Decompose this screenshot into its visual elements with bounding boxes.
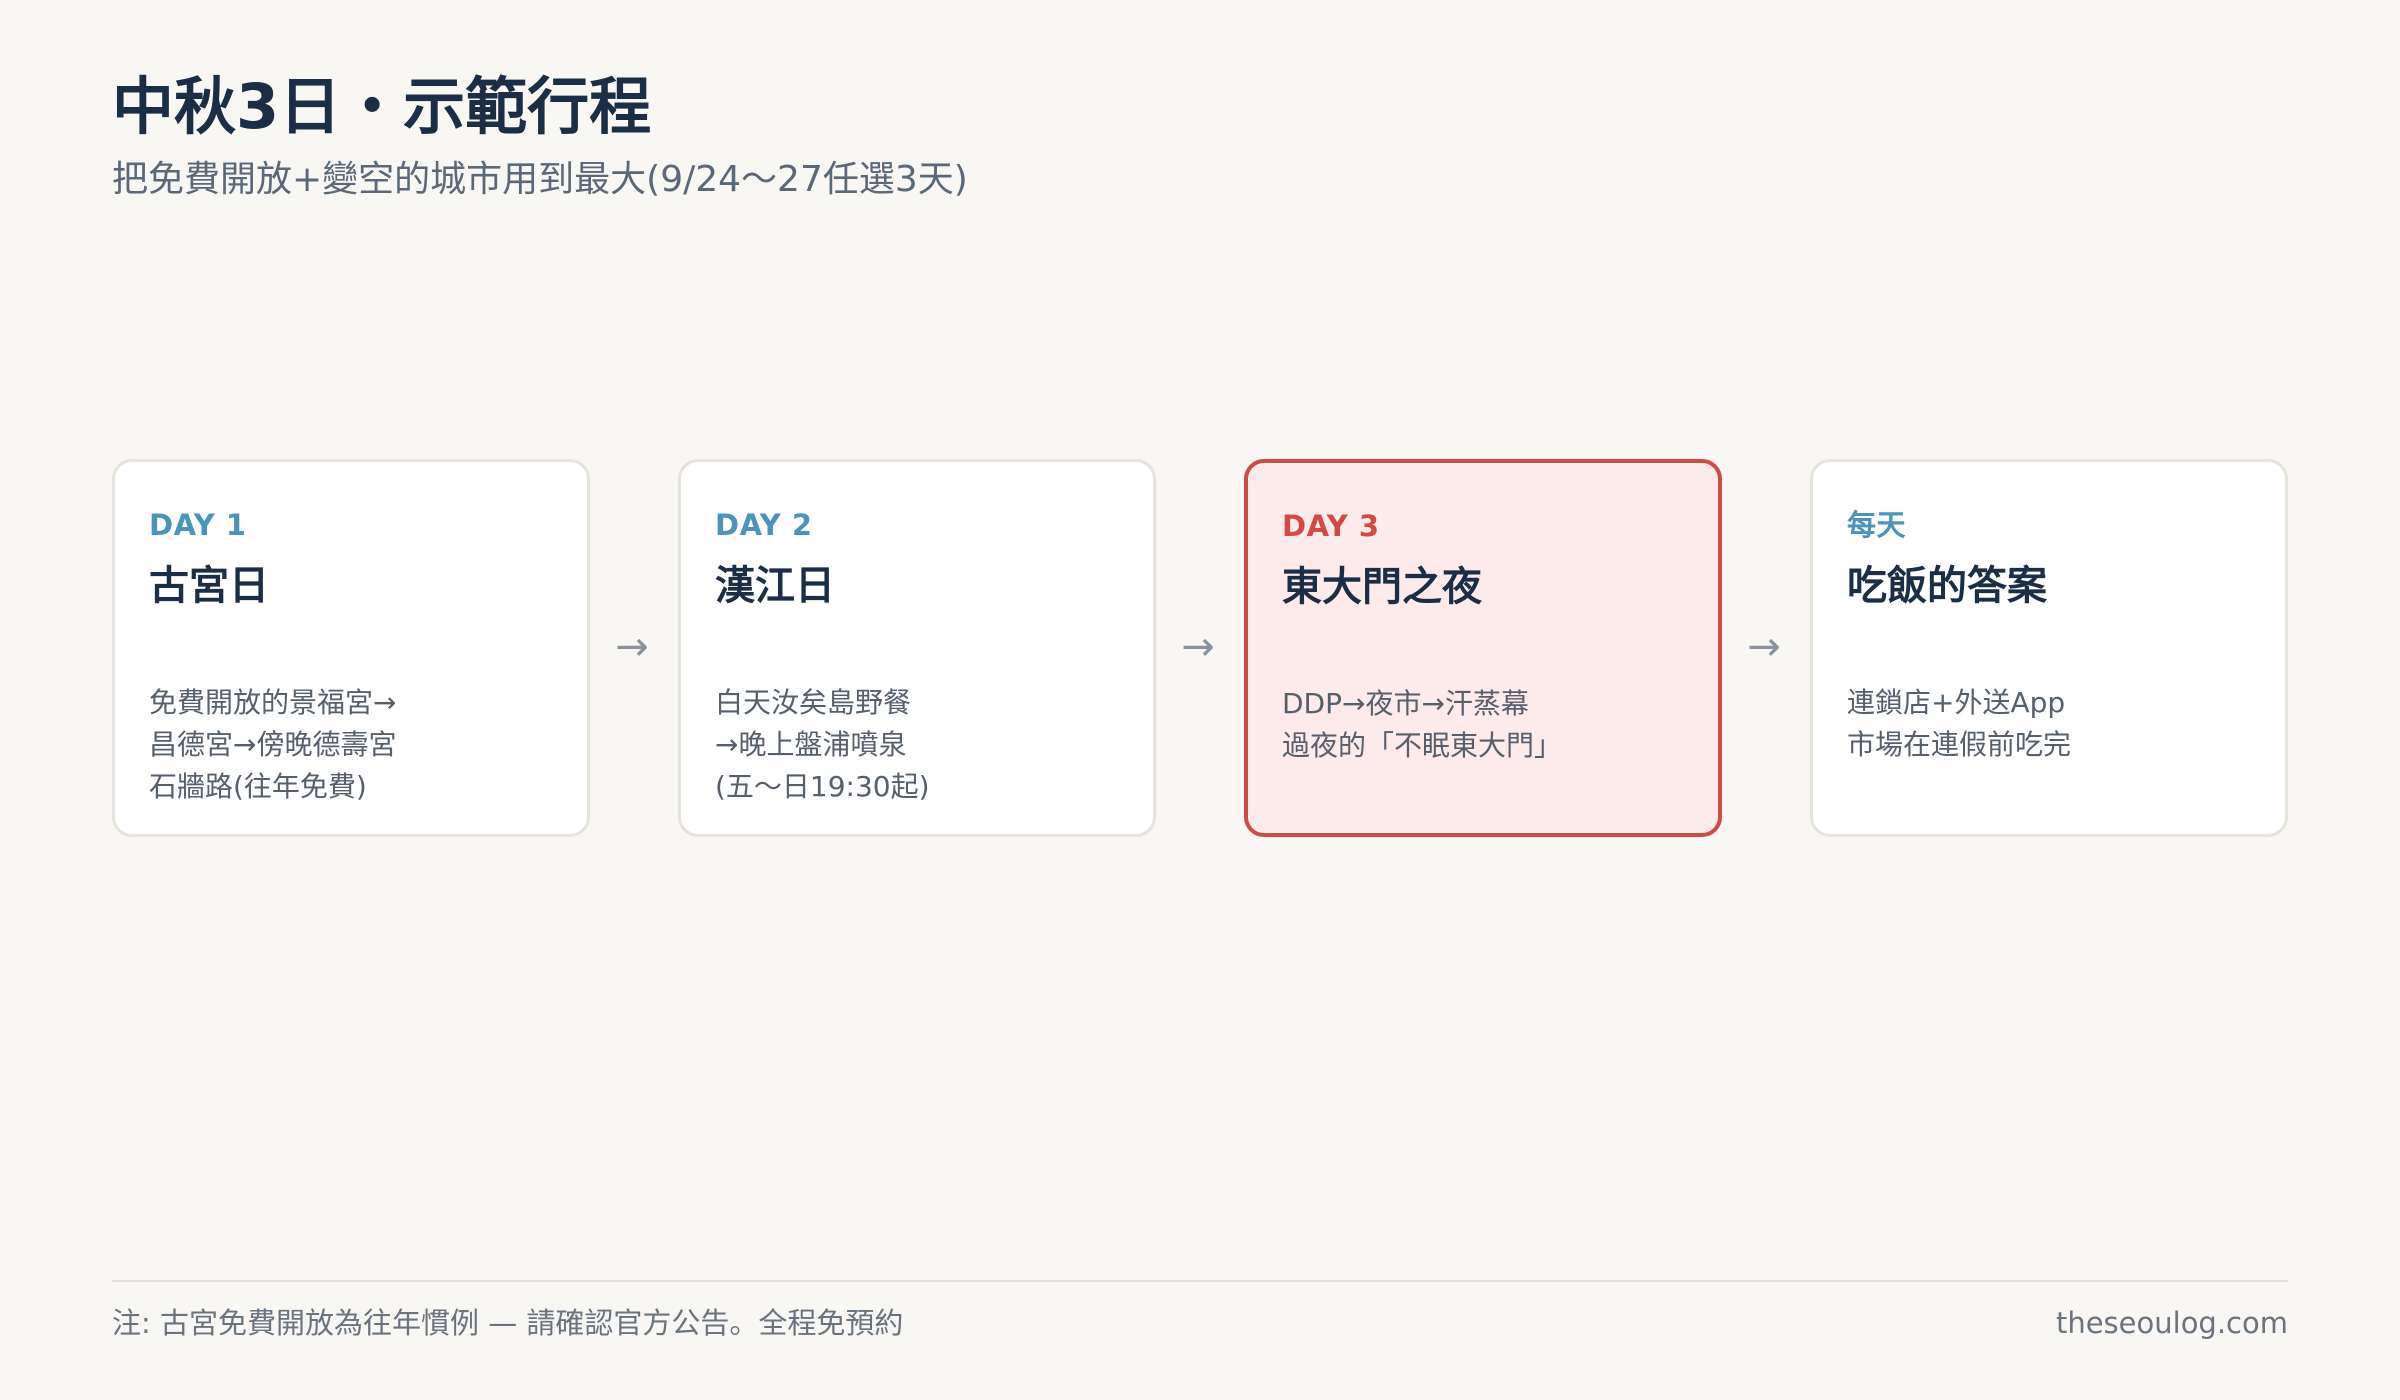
arrow-right-icon: → xyxy=(615,624,649,670)
card-tag: DAY 1 xyxy=(149,508,247,542)
card-line: 過夜的「不眠東大門」 xyxy=(1282,729,1563,762)
card-description: 連鎖店+外送App 市場在連假前吃完 xyxy=(1847,682,2265,766)
card-title: 東大門之夜 xyxy=(1282,564,1482,610)
arrow-right-icon: → xyxy=(1747,624,1781,670)
page-title: 中秋3日・示範行程 xyxy=(112,70,652,143)
card-day-2: DAY 2 漢江日 白天汝矣島野餐 →晚上盤浦噴泉 (五〜日19:30起) xyxy=(678,459,1156,837)
footer: 注: 古宮免費開放為往年慣例 — 請確認官方公告。全程免預約 theseoulo… xyxy=(112,1280,2288,1340)
card-description: 免費開放的景福宮→ 昌德宮→傍晚德壽宮 石牆路(往年免費) xyxy=(149,682,567,808)
card-title: 古宮日 xyxy=(149,563,269,609)
itinerary-flow: DAY 1 古宮日 免費開放的景福宮→ 昌德宮→傍晚德壽宮 石牆路(往年免費) … xyxy=(112,459,2288,841)
card-line: 市場在連假前吃完 xyxy=(1847,728,2072,761)
card-line: 石牆路(往年免費) xyxy=(149,770,367,803)
card-line: (五〜日19:30起) xyxy=(715,770,930,803)
card-title: 漢江日 xyxy=(715,563,835,609)
card-tag: 每天 xyxy=(1847,508,1907,542)
arrow-right-icon: → xyxy=(1181,624,1215,670)
card-line: →晚上盤浦噴泉 xyxy=(715,728,907,761)
card-tag: DAY 2 xyxy=(715,508,813,542)
card-day-3: DAY 3 東大門之夜 DDP→夜市→汗蒸幕 過夜的「不眠東大門」 xyxy=(1244,459,1722,837)
card-line: 白天汝矣島野餐 xyxy=(715,686,912,719)
itinerary-page: 中秋3日・示範行程 把免費開放+變空的城市用到最大(9/24〜27任選3天) D… xyxy=(0,0,2400,1400)
card-description: DDP→夜市→汗蒸幕 過夜的「不眠東大門」 xyxy=(1282,683,1698,767)
card-line: 昌德宮→傍晚德壽宮 xyxy=(149,728,397,761)
card-description: 白天汝矣島野餐 →晚上盤浦噴泉 (五〜日19:30起) xyxy=(715,682,1133,808)
footer-note: 注: 古宮免費開放為往年慣例 — 請確認官方公告。全程免預約 xyxy=(112,1306,904,1340)
page-subtitle: 把免費開放+變空的城市用到最大(9/24〜27任選3天) xyxy=(112,159,968,200)
card-line: 連鎖店+外送App xyxy=(1847,686,2066,719)
card-line: DDP→夜市→汗蒸幕 xyxy=(1282,687,1529,720)
card-line: 免費開放的景福宮→ xyxy=(149,686,397,719)
card-tag: DAY 3 xyxy=(1282,509,1380,543)
card-every-day: 每天 吃飯的答案 連鎖店+外送App 市場在連假前吃完 xyxy=(1810,459,2288,837)
card-title: 吃飯的答案 xyxy=(1847,563,2047,609)
card-day-1: DAY 1 古宮日 免費開放的景福宮→ 昌德宮→傍晚德壽宮 石牆路(往年免費) xyxy=(112,459,590,837)
header: 中秋3日・示範行程 把免費開放+變空的城市用到最大(9/24〜27任選3天) xyxy=(112,62,968,206)
footer-site: theseoulog.com xyxy=(2055,1306,2288,1340)
